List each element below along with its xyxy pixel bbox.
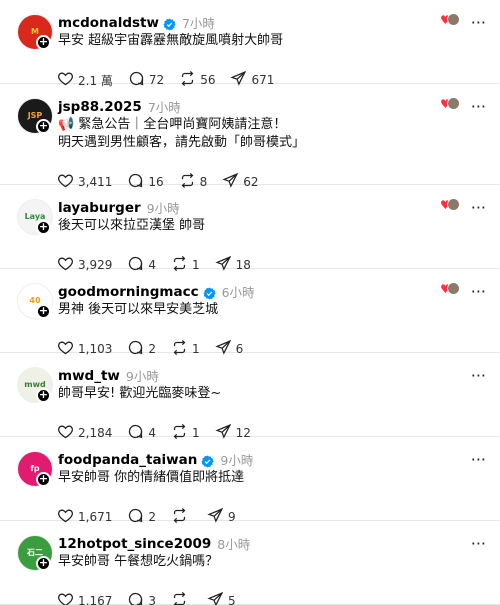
reply-post[interactable]: M + mcdonaldstw 7小時 ♥ ··· 早安 超級宇宙霹靂無敵旋風噴… [0, 0, 500, 88]
timestamp: 9小時 [125, 369, 159, 384]
follow-plus-button[interactable]: + [36, 119, 51, 134]
timestamp: 7小時 [181, 16, 215, 31]
post-header: mwd_tw 9小時 [58, 366, 159, 385]
timestamp: 9小時 [220, 453, 254, 468]
more-options-icon[interactable]: ··· [471, 536, 486, 552]
comment-icon [127, 591, 144, 605]
more-options-icon[interactable]: ··· [471, 99, 486, 115]
follow-plus-button[interactable]: + [36, 35, 51, 50]
follow-plus-button[interactable]: + [36, 472, 51, 487]
liked-by-author-indicator: ♥ [440, 198, 462, 212]
liked-by-author-indicator: ♥ [440, 282, 462, 296]
post-header: foodpanda_taiwan 9小時 [58, 450, 253, 469]
liked-by-author-indicator: ♥ [440, 13, 462, 27]
reply-post[interactable]: mwd + mwd_tw 9小時 ··· 帥哥早安! 歡迎光臨麥味登~ 2,18… [0, 353, 500, 440]
post-header: mcdonaldstw 7小時 [58, 13, 215, 32]
post-content: 男神 後天可以來早安美芝城 [58, 301, 480, 319]
replies-feed: M + mcdonaldstw 7小時 ♥ ··· 早安 超級宇宙霹靂無敵旋風噴… [0, 0, 500, 605]
post-content: 📢 緊急公告｜全台呷尚寶阿姨請注意！ 明天遇到男性顧客，請先啟動「帥哥模式」 [58, 116, 480, 152]
repost-button[interactable] [171, 591, 192, 605]
timestamp: 6小時 [221, 285, 255, 300]
follow-plus-button[interactable]: + [36, 556, 51, 571]
like-count: 1,167 [78, 594, 113, 605]
post-text-line: 📢 緊急公告｜全台呷尚寶阿姨請注意！ [58, 117, 287, 132]
post-content: 後天可以來拉亞漢堡 帥哥 [58, 217, 480, 235]
more-options-icon[interactable]: ··· [471, 200, 486, 216]
reply-post[interactable]: JSP + jsp88.2025 7小時 ♥ ··· 📢 緊急公告｜全台呷尚寶阿… [0, 84, 500, 189]
follow-plus-button[interactable]: + [36, 220, 51, 235]
post-text-line: 明天遇到男性顧客，請先啟動「帥哥模式」 [58, 135, 306, 150]
post-header: jsp88.2025 7小時 [58, 97, 181, 116]
timestamp: 7小時 [147, 100, 181, 115]
comment-button[interactable]: 3 [127, 591, 156, 605]
username[interactable]: goodmorningmacc [58, 284, 199, 300]
post-text-line: 早安 超級宇宙霹靂無敵旋風噴射大帥哥 [58, 33, 284, 48]
timestamp: 8小時 [217, 537, 251, 552]
author-mini-avatar [447, 198, 460, 211]
verified-badge-icon [203, 285, 216, 300]
reply-post[interactable]: Laya + layaburger 9小時 ♥ ··· 後天可以來拉亞漢堡 帥哥… [0, 185, 500, 272]
username[interactable]: mwd_tw [58, 368, 120, 384]
more-options-icon[interactable]: ··· [471, 452, 486, 468]
post-header: 12hotpot_since2009 8小時 [58, 534, 250, 553]
post-content: 帥哥早安! 歡迎光臨麥味登~ [58, 385, 480, 403]
share-button[interactable]: 5 [207, 591, 236, 605]
repost-icon [171, 591, 188, 605]
username[interactable]: 12hotpot_since2009 [58, 536, 211, 552]
post-actions: 1,167 3 5 [57, 591, 251, 605]
author-mini-avatar [447, 282, 460, 295]
reply-post[interactable]: fp + foodpanda_taiwan 9小時 ··· 早安帥哥 你的情緒價… [0, 437, 500, 524]
post-text-line: 帥哥早安! 歡迎光臨麥味登~ [58, 386, 222, 401]
follow-plus-button[interactable]: + [36, 388, 51, 403]
reply-post[interactable]: 石二 + 12hotpot_since2009 8小時 ··· 早安帥哥 午餐想… [0, 521, 500, 605]
author-mini-avatar [447, 13, 460, 26]
post-content: 早安 超級宇宙霹靂無敵旋風噴射大帥哥 [58, 32, 480, 50]
post-content: 早安帥哥 你的情緒價值即將抵達 [58, 469, 480, 487]
post-text-line: 後天可以來拉亞漢堡 帥哥 [58, 218, 206, 233]
post-text-line: 男神 後天可以來早安美芝城 [58, 302, 219, 317]
author-mini-avatar [447, 97, 460, 110]
more-options-icon[interactable]: ··· [471, 15, 486, 31]
avatar-logo: M [31, 27, 39, 36]
heart-outline-icon [57, 591, 74, 605]
post-header: layaburger 9小時 [58, 198, 180, 217]
more-options-icon[interactable]: ··· [471, 284, 486, 300]
username[interactable]: layaburger [58, 200, 141, 216]
follow-plus-button[interactable]: + [36, 304, 51, 319]
username[interactable]: mcdonaldstw [58, 15, 159, 31]
verified-badge-icon [201, 453, 214, 468]
reply-post[interactable]: 40 + goodmorningmacc 6小時 ♥ ··· 男神 後天可以來早… [0, 269, 500, 356]
post-header: goodmorningmacc 6小時 [58, 282, 255, 301]
liked-by-author-indicator: ♥ [440, 97, 462, 111]
post-content: 早安帥哥 午餐想吃火鍋嗎？ [58, 553, 480, 571]
share-icon [207, 591, 224, 605]
post-text-line: 早安帥哥 你的情緒價值即將抵達 [58, 470, 245, 485]
username[interactable]: foodpanda_taiwan [58, 452, 197, 468]
verified-badge-icon [163, 16, 176, 31]
more-options-icon[interactable]: ··· [471, 368, 486, 384]
like-button[interactable]: 1,167 [57, 591, 112, 605]
timestamp: 9小時 [146, 201, 180, 216]
username[interactable]: jsp88.2025 [58, 99, 142, 115]
share-count: 5 [228, 594, 236, 605]
comment-count: 3 [148, 594, 156, 605]
post-text-line: 早安帥哥 午餐想吃火鍋嗎？ [58, 554, 219, 569]
